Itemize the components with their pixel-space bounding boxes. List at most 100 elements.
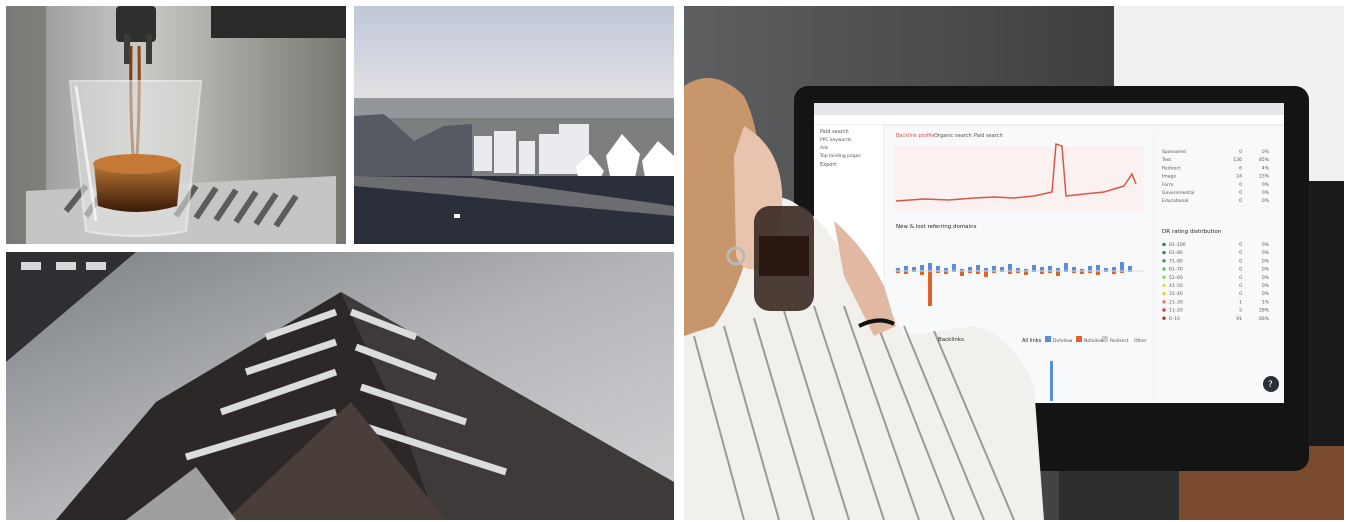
- dr-row-pct: 0%: [1262, 283, 1270, 289]
- type-row-pct: 4%: [1262, 165, 1270, 171]
- dr-row-dot: [1162, 275, 1166, 279]
- tab-paid-search[interactable]: Paid search: [974, 133, 1003, 139]
- dr-row-pct: 1%: [1262, 299, 1270, 305]
- dr-row-label: 41–50: [1169, 283, 1183, 289]
- dr-row-pct: 0%: [1262, 275, 1270, 281]
- section-backlinks: Backlinks: [938, 337, 964, 343]
- new-domain-bar: [952, 264, 956, 271]
- lost-domain-bar: [1024, 271, 1028, 275]
- dr-row-count: 0: [1239, 250, 1242, 256]
- new-domain-bar: [912, 267, 916, 271]
- new-domain-bar: [1040, 267, 1044, 271]
- legend-dofollow: Dofollow: [1053, 338, 1073, 344]
- new-domain-bar: [1120, 262, 1124, 271]
- lost-domain-bar: [928, 271, 932, 306]
- dr-row-label: 11–20: [1169, 308, 1183, 314]
- type-row-pct: 0%: [1262, 198, 1270, 204]
- type-row-label: Image: [1162, 174, 1176, 180]
- dr-row-pct: 28%: [1259, 308, 1270, 314]
- sidebar-item-0: Paid search: [820, 129, 849, 135]
- tab-organic-search[interactable]: Organic search: [934, 133, 972, 139]
- legend-redirect: Redirect: [1110, 338, 1129, 344]
- dr-row-count: 1: [1239, 299, 1242, 305]
- new-domain-bar: [1000, 267, 1004, 271]
- dr-row-pct: 0%: [1262, 267, 1270, 273]
- dr-row-dot: [1162, 242, 1166, 247]
- new-domain-bar: [992, 266, 996, 271]
- new-domain-bar: [1008, 264, 1012, 271]
- dr-row-dot: [1162, 308, 1166, 312]
- type-row-count: 0: [1239, 190, 1242, 196]
- dr-row-dot: [1162, 316, 1166, 320]
- dr-row-dot: [1162, 250, 1166, 255]
- new-domain-bar: [1064, 263, 1068, 271]
- dr-row-count: 0: [1239, 283, 1242, 289]
- legend-nofollow: Nofollow: [1084, 338, 1104, 344]
- dr-row-dot: [1162, 259, 1166, 263]
- building-illustration: [6, 252, 674, 520]
- dr-row-count: 0: [1239, 275, 1242, 281]
- type-row-label: Form: [1162, 182, 1173, 188]
- new-domain-bar: [976, 265, 980, 271]
- new-domain-bar: [1088, 266, 1092, 271]
- dr-row-pct: 0%: [1262, 250, 1270, 256]
- new-domain-bar: [928, 263, 932, 271]
- tab-backlink-profile[interactable]: Backlink profile: [896, 133, 934, 139]
- building-photo: [6, 252, 674, 520]
- dr-row-count: 0: [1239, 267, 1242, 273]
- type-row-count: 24: [1236, 174, 1242, 180]
- monitor-scene-illustration: Paid search PPC keywords Ads Top landing…: [684, 6, 1344, 520]
- type-row-pct: 85%: [1259, 157, 1270, 163]
- sidebar-item-4: Export: [820, 162, 836, 168]
- legend-all: All links: [1022, 338, 1042, 344]
- waterfront-photo: [354, 6, 674, 244]
- new-domain-bar: [1128, 266, 1132, 271]
- dr-row-label: 21–30: [1169, 299, 1183, 305]
- type-row-label: Text: [1161, 157, 1171, 163]
- new-domain-bar: [1032, 265, 1036, 271]
- new-domain-bar: [904, 266, 908, 271]
- dr-row-dot: [1162, 300, 1166, 304]
- dr-row-count: 91: [1236, 316, 1242, 322]
- legend-other: Other: [1134, 338, 1147, 344]
- dr-row-label: 51–60: [1169, 275, 1183, 281]
- dr-row-label: 0–10: [1169, 316, 1180, 322]
- dr-row-label: 61–80: [1169, 250, 1183, 256]
- dr-row-count: 0: [1239, 258, 1242, 264]
- help-icon[interactable]: ?: [1268, 380, 1273, 390]
- dr-row-pct: 0%: [1262, 291, 1270, 297]
- lost-domain-bar: [920, 271, 924, 275]
- lost-domain-bar: [960, 271, 964, 276]
- type-row-label: Governmental: [1162, 190, 1194, 196]
- type-row-count: 136: [1233, 157, 1242, 163]
- type-row-pct: 0%: [1262, 190, 1270, 196]
- type-row-label: Redirect: [1162, 165, 1181, 171]
- new-domain-bar: [1112, 267, 1116, 271]
- sidebar-item-1: PPC keywords: [820, 137, 852, 143]
- type-row-count: 0: [1239, 149, 1242, 155]
- type-row-label: Sponsored: [1162, 149, 1186, 155]
- lost-domain-bar: [984, 271, 988, 277]
- new-domain-bar: [1072, 267, 1076, 271]
- monitor-scene-photo: Paid search PPC keywords Ads Top landing…: [684, 6, 1344, 520]
- section-new-lost: New & lost referring domains: [896, 224, 977, 230]
- sidebar-item-2: Ads: [820, 145, 829, 151]
- new-domain-bar: [1048, 266, 1052, 271]
- type-row-pct: 0%: [1262, 182, 1270, 188]
- dr-row-dot: [1162, 267, 1166, 271]
- espresso-illustration: [6, 6, 346, 244]
- type-row-pct: 0%: [1262, 149, 1270, 155]
- lost-domain-bar: [1056, 271, 1060, 276]
- dr-title: DR rating distribution: [1162, 229, 1222, 235]
- type-row-label: Educational: [1162, 198, 1188, 204]
- dr-row-dot: [1162, 291, 1166, 296]
- type-row-count: 0: [1239, 198, 1242, 204]
- dr-row-dot: [1162, 283, 1166, 288]
- type-row-count: 0: [1239, 182, 1242, 188]
- new-domain-bar: [936, 266, 940, 271]
- new-domain-bar: [1096, 265, 1100, 271]
- dr-row-pct: 0%: [1262, 258, 1270, 264]
- type-row-pct: 15%: [1259, 174, 1270, 180]
- lost-domain-bar: [1096, 271, 1100, 275]
- dr-row-count: 0: [1239, 291, 1242, 297]
